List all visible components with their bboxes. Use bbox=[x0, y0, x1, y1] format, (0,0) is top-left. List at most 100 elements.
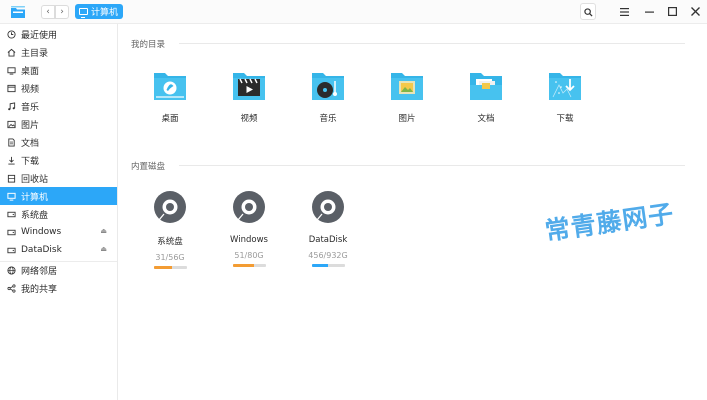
sidebar-item-trash[interactable]: 回收站 bbox=[0, 169, 117, 187]
section-title-my-directories: 我的目录 bbox=[131, 40, 166, 50]
hard-disk-icon bbox=[154, 191, 186, 223]
disk-usage-bar bbox=[153, 266, 187, 269]
sidebar-item-datadisk[interactable]: DataDisk ⏏ bbox=[0, 241, 117, 259]
disk-icon bbox=[7, 211, 16, 217]
eject-icon[interactable]: ⏏ bbox=[100, 227, 107, 235]
folder-label: 音乐 bbox=[319, 114, 337, 124]
sidebar-item-recent[interactable]: 最近使用 bbox=[0, 25, 117, 43]
forward-button[interactable]: › bbox=[55, 5, 69, 19]
picture-icon bbox=[7, 120, 16, 128]
folder-music[interactable]: 音乐 bbox=[298, 69, 358, 124]
search-icon bbox=[583, 8, 593, 17]
sidebar-item-network[interactable]: 网络邻居 bbox=[0, 261, 117, 279]
file-manager-app-icon bbox=[11, 6, 25, 18]
disk-windows[interactable]: Windows 51/80G bbox=[217, 190, 281, 267]
folder-label: 桌面 bbox=[161, 114, 179, 124]
title-bar: ‹ › 计算机 bbox=[0, 0, 707, 24]
disk-system[interactable]: 系统盘 31/56G bbox=[138, 190, 202, 269]
sidebar-item-label: 回收站 bbox=[21, 174, 49, 185]
disk-usage-fill bbox=[232, 264, 254, 267]
folder-documents[interactable]: 文档 bbox=[456, 69, 516, 124]
network-icon bbox=[7, 265, 16, 275]
chevron-left-icon: ‹ bbox=[46, 7, 50, 17]
breadcrumb-computer[interactable]: 计算机 bbox=[75, 4, 124, 19]
sidebar-item-desktop[interactable]: 桌面 bbox=[0, 61, 117, 79]
disk-name: 系统盘 bbox=[157, 237, 183, 247]
sidebar-item-label: 文档 bbox=[21, 138, 40, 149]
hard-disk-icon bbox=[233, 191, 265, 223]
sidebar-item-label: Windows bbox=[21, 227, 62, 237]
sidebar-item-label: 系统盘 bbox=[21, 210, 49, 221]
sidebar-item-label: 下载 bbox=[21, 156, 40, 167]
document-folder-icon bbox=[470, 73, 502, 100]
disk-icon bbox=[7, 229, 16, 235]
sidebar-item-label: DataDisk bbox=[21, 245, 62, 255]
sidebar-item-label: 图片 bbox=[21, 120, 40, 131]
sidebar-item-label: 音乐 bbox=[21, 102, 40, 113]
desktop-icon bbox=[7, 66, 16, 75]
sidebar-item-pictures[interactable]: 图片 bbox=[0, 115, 117, 133]
chevron-right-icon: › bbox=[60, 7, 64, 17]
back-button[interactable]: ‹ bbox=[41, 5, 55, 19]
sidebar-item-downloads[interactable]: 下载 bbox=[0, 151, 117, 169]
sidebar-item-share[interactable]: 我的共享 bbox=[0, 279, 117, 297]
folder-label: 视频 bbox=[240, 114, 258, 124]
disk-usage-bar bbox=[232, 264, 266, 267]
folder-label: 图片 bbox=[398, 114, 416, 124]
folder-pictures[interactable]: 图片 bbox=[377, 69, 437, 124]
download-folder-icon bbox=[549, 73, 581, 100]
clock-icon bbox=[7, 29, 16, 39]
hard-disk-icon bbox=[312, 191, 344, 223]
sidebar-item-computer[interactable]: 计算机 bbox=[0, 187, 117, 205]
section-divider bbox=[179, 43, 685, 44]
sidebar-item-label: 计算机 bbox=[21, 192, 49, 203]
section-divider bbox=[179, 165, 685, 166]
menu-icon bbox=[619, 8, 629, 16]
picture-folder-icon bbox=[391, 73, 423, 100]
close-button[interactable] bbox=[687, 3, 703, 20]
maximize-button[interactable] bbox=[664, 3, 680, 20]
sidebar-item-system-disk[interactable]: 系统盘 bbox=[0, 205, 117, 223]
share-icon bbox=[7, 283, 16, 293]
sidebar-item-label: 最近使用 bbox=[21, 30, 58, 41]
disk-usage: 456/932G bbox=[308, 251, 348, 260]
document-icon bbox=[8, 137, 15, 147]
disk-usage: 31/56G bbox=[155, 253, 185, 262]
sidebar-item-video[interactable]: 视频 bbox=[0, 79, 117, 97]
folder-videos[interactable]: 视频 bbox=[219, 69, 279, 124]
disk-usage-bar bbox=[311, 264, 345, 267]
search-button[interactable] bbox=[580, 3, 596, 20]
folder-desktop[interactable]: 桌面 bbox=[140, 69, 200, 124]
sidebar-item-label: 视频 bbox=[21, 84, 40, 95]
disk-name: Windows bbox=[230, 235, 268, 245]
video-icon bbox=[7, 84, 16, 92]
maximize-icon bbox=[667, 7, 677, 17]
disk-usage: 51/80G bbox=[234, 251, 264, 260]
disk-name: DataDisk bbox=[308, 235, 348, 245]
desktop-folder-icon bbox=[154, 73, 186, 100]
download-icon bbox=[8, 156, 15, 165]
menu-button[interactable] bbox=[616, 3, 632, 20]
minimize-icon bbox=[644, 11, 654, 13]
sidebar-item-home[interactable]: 主目录 bbox=[0, 43, 117, 61]
sidebar: 最近使用 主目录 桌面 视频 音乐 图片 文档 下载 回收站 计算机 系统盘 W… bbox=[0, 24, 118, 400]
close-icon bbox=[690, 7, 700, 16]
folder-label: 文档 bbox=[477, 114, 495, 124]
video-folder-icon bbox=[233, 73, 265, 100]
sidebar-item-windows[interactable]: Windows ⏏ bbox=[0, 223, 117, 241]
disk-icon bbox=[7, 247, 16, 253]
folder-downloads[interactable]: 下载 bbox=[535, 69, 595, 124]
computer-icon bbox=[7, 192, 16, 201]
sidebar-item-label: 我的共享 bbox=[21, 284, 58, 295]
sidebar-item-documents[interactable]: 文档 bbox=[0, 133, 117, 151]
music-folder-icon bbox=[312, 73, 344, 100]
folder-label: 下载 bbox=[556, 114, 574, 124]
sidebar-item-label: 网络邻居 bbox=[21, 266, 58, 277]
breadcrumb-label: 计算机 bbox=[91, 8, 119, 18]
music-icon bbox=[8, 101, 16, 110]
sidebar-item-music[interactable]: 音乐 bbox=[0, 97, 117, 115]
disk-datadisk[interactable]: DataDisk 456/932G bbox=[296, 190, 360, 267]
computer-icon bbox=[79, 8, 88, 18]
minimize-button[interactable] bbox=[641, 3, 657, 20]
eject-icon[interactable]: ⏏ bbox=[100, 245, 107, 253]
